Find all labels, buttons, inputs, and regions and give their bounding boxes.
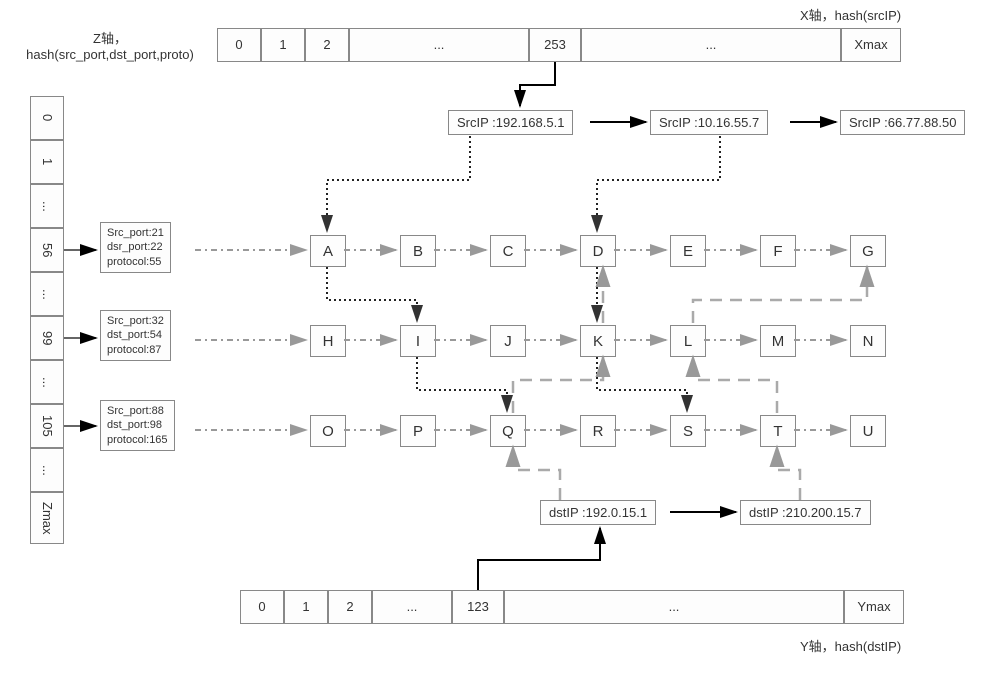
node-P: P [400,415,436,447]
x-cell-dots2: ... [581,28,841,62]
y-cell-0: 0 [240,590,284,624]
node-M: M [760,325,796,357]
node-F: F [760,235,796,267]
x-cell-max: Xmax [841,28,901,62]
z-cell-105: 105 [30,404,64,448]
y-cell-max: Ymax [844,590,904,624]
proto-2-l3: protocol:165 [107,434,168,446]
z-cell-d3: ... [30,360,64,404]
z-axis-label: Z轴， hash(src_port,dst_port,proto) [10,28,210,62]
z-cell-d2: ... [30,272,64,316]
y-cell-1: 1 [284,590,328,624]
node-R: R [580,415,616,447]
x-cell-1: 1 [261,28,305,62]
node-S: S [670,415,706,447]
node-J: J [490,325,526,357]
node-K: K [580,325,616,357]
dstip-box-0: dstIP :192.0.15.1 [540,500,656,525]
x-cell-dots1: ... [349,28,529,62]
z-cell-0: 0 [30,96,64,140]
node-A: A [310,235,346,267]
proto-1-l2: dst_port:54 [107,329,162,341]
dstip-box-1: dstIP :210.200.15.7 [740,500,871,525]
proto-0-l1: Src_port:21 [107,227,164,239]
proto-box-1: Src_port:32 dst_port:54 protocol:87 [100,310,171,361]
z-cell-max: Zmax [30,492,64,544]
proto-box-2: Src_port:88 dst_port:98 protocol:165 [100,400,175,451]
proto-2-l1: Src_port:88 [107,405,164,417]
y-cell-123: 123 [452,590,504,624]
node-B: B [400,235,436,267]
proto-0-l2: dsr_port:22 [107,241,163,253]
node-H: H [310,325,346,357]
diagram-canvas: X轴，hash(srcIP) 0 1 2 ... 253 ... Xmax Z轴… [0,0,1000,683]
z-cell-56: 56 [30,228,64,272]
x-axis-label: X轴，hash(srcIP) [800,5,901,24]
proto-2-l2: dst_port:98 [107,419,162,431]
srcip-box-1: SrcIP :10.16.55.7 [650,110,768,135]
proto-box-0: Src_port:21 dsr_port:22 protocol:55 [100,222,171,273]
node-O: O [310,415,346,447]
z-cell-d1: ... [30,184,64,228]
x-cell-253: 253 [529,28,581,62]
node-U: U [850,415,886,447]
y-axis-label: Y轴，hash(dstIP) [800,636,901,655]
srcip-box-2: SrcIP :66.77.88.50 [840,110,965,135]
z-cell-1: 1 [30,140,64,184]
node-C: C [490,235,526,267]
node-Q: Q [490,415,526,447]
node-D: D [580,235,616,267]
node-I: I [400,325,436,357]
node-G: G [850,235,886,267]
node-N: N [850,325,886,357]
x-cell-2: 2 [305,28,349,62]
proto-1-l3: protocol:87 [107,344,161,356]
y-cell-d1: ... [372,590,452,624]
y-cell-2: 2 [328,590,372,624]
node-E: E [670,235,706,267]
srcip-box-0: SrcIP :192.168.5.1 [448,110,573,135]
node-L: L [670,325,706,357]
z-cell-d4: ... [30,448,64,492]
x-cell-0: 0 [217,28,261,62]
proto-1-l1: Src_port:32 [107,315,164,327]
y-cell-d2: ... [504,590,844,624]
node-T: T [760,415,796,447]
z-cell-99: 99 [30,316,64,360]
proto-0-l3: protocol:55 [107,256,161,268]
